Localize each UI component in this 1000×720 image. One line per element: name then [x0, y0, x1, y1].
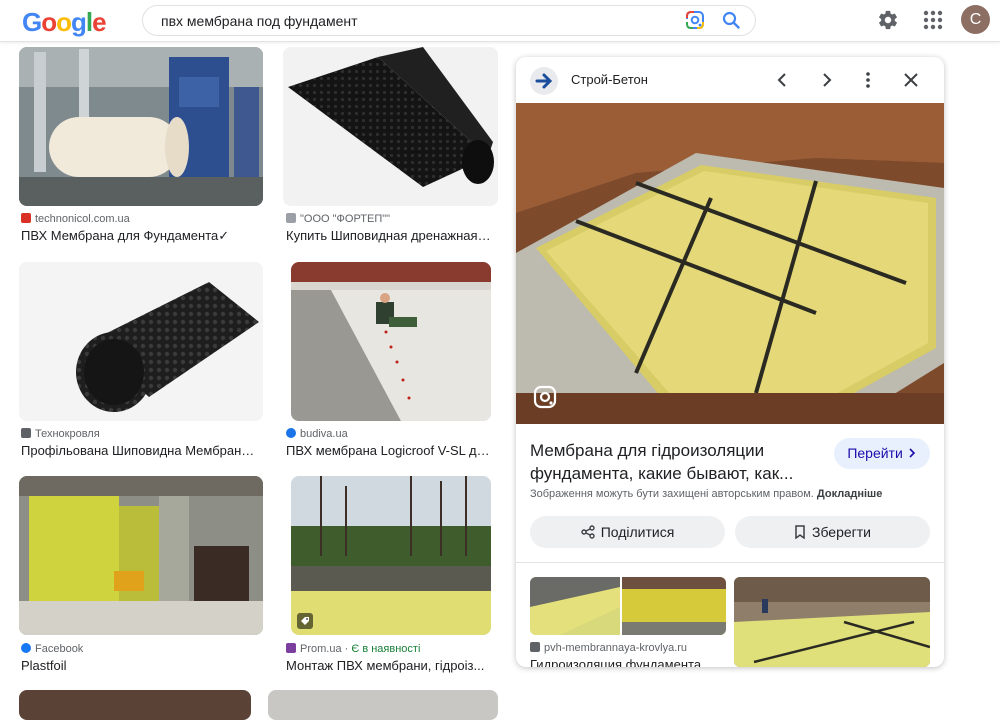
result-thumbnail-factory[interactable] — [19, 47, 263, 206]
related-collage-image — [530, 577, 726, 635]
facebook-icon — [21, 643, 31, 653]
logo-letter: g — [71, 7, 87, 37]
logo-letter: o — [56, 7, 72, 37]
google-logo[interactable]: Google — [22, 7, 107, 37]
image-preview-panel: Строй-Бетон Мембрана для гідроизоляции ф… — [516, 57, 944, 667]
site-name[interactable]: Строй-Бетон — [571, 72, 648, 87]
chevron-right-icon — [909, 448, 915, 458]
search-input[interactable] — [161, 12, 661, 30]
logo-letter: o — [41, 7, 57, 37]
result-thumbnail-basement[interactable] — [19, 476, 263, 635]
search-icon[interactable] — [721, 10, 741, 30]
black-membrane-roll-image — [283, 47, 498, 206]
site-favicon-icon — [286, 643, 296, 653]
image-title[interactable]: Мембрана для гідроизоляции фундамента, к… — [530, 439, 820, 485]
account-avatar[interactable]: C — [961, 5, 990, 34]
preview-image[interactable] — [516, 103, 944, 424]
related-title[interactable]: Гидроизоляция фундамента — [530, 657, 701, 667]
result-thumbnail-partial[interactable] — [19, 690, 251, 720]
site-favicon-icon — [530, 642, 540, 652]
result-source[interactable]: "ООО "ФОРТЕП"" — [286, 212, 390, 226]
related-source[interactable]: pvh-membrannaya-krovlya.ru — [530, 642, 687, 654]
result-title[interactable]: Профільована Шиповидна Мембрана ... — [21, 443, 261, 459]
divider — [516, 562, 944, 563]
more-options-icon[interactable] — [857, 69, 879, 91]
lens-search-icon[interactable] — [532, 384, 558, 410]
search-box[interactable] — [142, 5, 756, 36]
result-thumbnail-pit[interactable] — [291, 476, 491, 635]
share-icon — [580, 525, 595, 539]
close-icon[interactable] — [900, 69, 922, 91]
top-bar: Google C — [0, 0, 1000, 42]
in-stock-label: Є в наявності — [351, 643, 421, 655]
result-source[interactable]: Facebook — [21, 642, 83, 656]
result-title[interactable]: Plastfoil — [21, 658, 261, 674]
site-logo[interactable] — [530, 67, 558, 95]
related-image[interactable] — [734, 577, 930, 667]
result-thumbnail-black-roll[interactable] — [283, 47, 498, 206]
result-source[interactable]: Prom.ua · Є в наявності — [286, 642, 420, 656]
dimple-membrane-roll-image — [19, 262, 263, 421]
result-thumbnail-partial[interactable] — [268, 690, 498, 720]
result-source[interactable]: technonicol.com.ua — [21, 212, 130, 226]
foundation-pit-image — [291, 476, 491, 635]
site-favicon-icon — [286, 428, 296, 438]
site-favicon-icon — [21, 213, 31, 223]
settings-gear-icon[interactable] — [877, 9, 899, 31]
previous-chevron-icon[interactable] — [772, 69, 794, 91]
arrow-logo-icon — [535, 73, 553, 89]
worker-installing-membrane-image — [291, 262, 491, 421]
google-apps-icon[interactable] — [922, 9, 944, 31]
result-title[interactable]: ПВХ Мембрана для Фундамента✓ — [21, 228, 261, 244]
logo-letter: G — [22, 7, 42, 37]
result-title[interactable]: Купить Шиповидная дренажная ... — [286, 228, 492, 244]
result-thumbnail-worker[interactable] — [291, 262, 491, 421]
result-source[interactable]: budiva.ua — [286, 427, 348, 441]
save-button[interactable]: Зберегти — [735, 516, 930, 548]
share-button[interactable]: Поділитися — [530, 516, 725, 548]
site-favicon-icon — [286, 213, 296, 223]
bookmark-icon — [795, 525, 805, 540]
result-source[interactable]: Технокровля — [21, 427, 100, 441]
basement-waterproofing-image — [19, 476, 263, 635]
product-tag-icon — [297, 613, 313, 629]
result-title[interactable]: ПВХ мембрана Logicroof V-SL дл... — [286, 443, 492, 459]
factory-image — [19, 47, 263, 206]
copyright-notice: Зображення можуть бути захищені авторськ… — [530, 488, 883, 500]
related-image[interactable] — [530, 577, 726, 635]
learn-more-link[interactable]: Докладніше — [817, 488, 882, 500]
foundation-membrane-image — [516, 103, 944, 424]
next-chevron-icon[interactable] — [815, 69, 837, 91]
result-thumbnail-dimple-roll[interactable] — [19, 262, 263, 421]
site-favicon-icon — [21, 428, 31, 438]
logo-letter: e — [92, 7, 107, 37]
panel-header: Строй-Бетон — [516, 57, 944, 103]
google-lens-icon[interactable] — [685, 10, 705, 30]
result-title[interactable]: Монтаж ПВХ мембрани, гідроіз... — [286, 658, 492, 674]
related-foundation-image — [734, 577, 930, 667]
visit-button[interactable]: Перейти — [834, 438, 930, 469]
